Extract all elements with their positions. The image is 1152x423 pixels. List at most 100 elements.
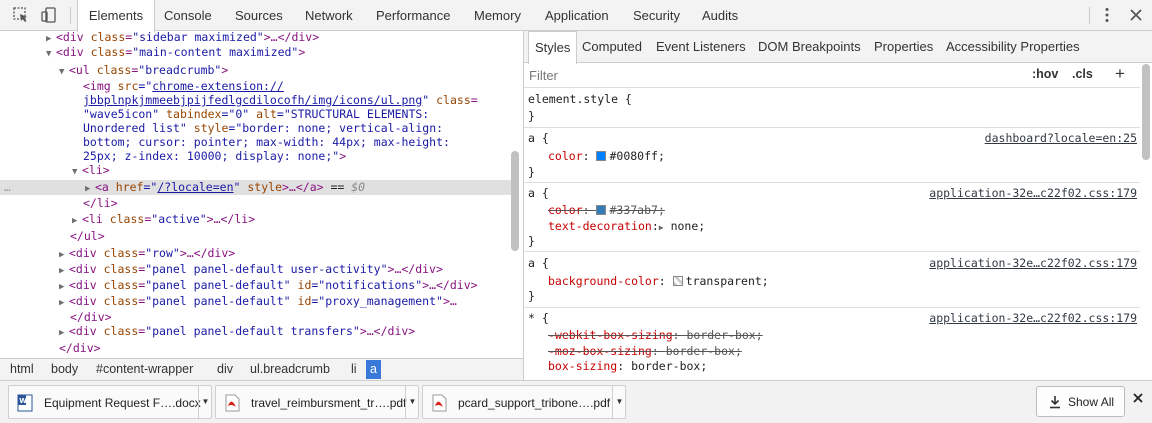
- dom-node[interactable]: ▼ <li>: [0, 163, 512, 178]
- tab-styles[interactable]: Styles: [528, 31, 578, 64]
- filter-input[interactable]: Filter: [529, 68, 558, 83]
- word-document-icon: W: [17, 394, 33, 412]
- rule-close: }: [528, 234, 535, 248]
- tab-sources[interactable]: Sources: [235, 0, 283, 31]
- href-link[interactable]: /?locale=en: [157, 180, 233, 194]
- tab-event-listeners[interactable]: Event Listeners: [656, 31, 746, 63]
- rule-close: }: [528, 165, 535, 179]
- tab-elements[interactable]: Elements: [77, 0, 155, 32]
- rule-declaration-overridden[interactable]: -moz-box-sizing: border-box;: [548, 344, 742, 359]
- rule-selector[interactable]: a {: [528, 256, 549, 271]
- tab-performance[interactable]: Performance: [376, 0, 450, 31]
- tab-memory[interactable]: Memory: [474, 0, 521, 31]
- rule-declaration-overridden[interactable]: color: #337ab7;: [548, 203, 665, 218]
- tab-application[interactable]: Application: [545, 0, 609, 31]
- dom-node[interactable]: ▼ <div class="main-content maximized">: [0, 45, 512, 60]
- rule-source-link[interactable]: dashboard?locale=en:25: [985, 131, 1137, 146]
- expand-arrow-icon[interactable]: ▶: [72, 214, 82, 229]
- rule-declaration[interactable]: box-sizing: border-box;: [548, 359, 707, 374]
- dom-node[interactable]: </li>: [0, 196, 512, 211]
- new-rule-plus-icon[interactable]: +: [1115, 64, 1125, 84]
- dom-node[interactable]: <img src="chrome-extension://: [0, 79, 512, 94]
- dom-node[interactable]: ▶ <li class="active">…</li>: [0, 212, 512, 227]
- tab-accessibility-properties[interactable]: Accessibility Properties: [946, 31, 1080, 63]
- dom-scrollbar[interactable]: [511, 151, 519, 251]
- tab-audits[interactable]: Audits: [702, 0, 738, 31]
- dom-node[interactable]: ▶ <div class="panel panel-default" id="pr…: [0, 294, 512, 309]
- breadcrumb-item[interactable]: html: [10, 362, 34, 377]
- collapse-arrow-icon[interactable]: ▼: [46, 47, 56, 62]
- dom-node[interactable]: </ul>: [0, 229, 512, 244]
- pdf-icon: [432, 394, 447, 412]
- styles-scrollbar[interactable]: [1142, 64, 1150, 160]
- toolbar-divider: [1089, 7, 1090, 24]
- close-icon[interactable]: [1127, 6, 1145, 24]
- expand-arrow-icon[interactable]: ▶: [59, 280, 69, 295]
- chevron-down-icon[interactable]: ▼: [612, 386, 626, 418]
- img-src-link[interactable]: chrome-extension://: [152, 79, 284, 93]
- kebab-menu-icon[interactable]: [1098, 6, 1116, 24]
- expand-arrow-icon[interactable]: ▶: [59, 248, 69, 263]
- breadcrumb-item[interactable]: div: [217, 362, 233, 377]
- dom-node[interactable]: </div>: [0, 310, 512, 325]
- rule-declaration[interactable]: background-color: transparent;: [548, 274, 769, 289]
- collapse-arrow-icon[interactable]: ▼: [72, 165, 82, 180]
- color-swatch-icon[interactable]: [672, 276, 683, 286]
- tab-properties[interactable]: Properties: [874, 31, 933, 63]
- rule-declaration[interactable]: color: #0080ff;: [548, 149, 665, 164]
- tab-network[interactable]: Network: [305, 0, 353, 31]
- dom-node[interactable]: ▶ <div class="row">…</div>: [0, 246, 512, 261]
- tab-console[interactable]: Console: [164, 0, 212, 31]
- tab-security[interactable]: Security: [633, 0, 680, 31]
- dom-node-cont: Unordered list" style="border: none; ver…: [83, 121, 444, 135]
- rule-source-link[interactable]: application-32e…c22f02.css:179: [929, 256, 1137, 271]
- img-src-link[interactable]: jbbplnpkjmmeebjpijfedlgcdilocofh/img/ico…: [83, 93, 422, 107]
- rule-selector[interactable]: * {: [528, 311, 549, 326]
- dom-node-selected[interactable]: … ▶ <a href="/?locale=en" style>…</a> == $…: [0, 180, 512, 195]
- expand-arrow-icon[interactable]: ▶: [85, 182, 95, 197]
- styles-tab-bar: Styles Computed Event Listeners DOM Brea…: [524, 31, 1152, 64]
- dom-node[interactable]: ▶ <div class="panel panel-default transfe…: [0, 324, 512, 339]
- download-item[interactable]: pcard_support_tribone….pdf ▼: [422, 385, 626, 419]
- download-filename: Equipment Request F….docx: [44, 396, 201, 410]
- close-icon[interactable]: [1132, 392, 1144, 404]
- styles-rules-pane[interactable]: element.style { } a { dashboard?locale=e…: [524, 88, 1140, 380]
- rule-selector[interactable]: element.style {: [528, 92, 632, 107]
- breadcrumb-item[interactable]: ul.breadcrumb: [250, 362, 330, 377]
- rule-declaration[interactable]: text-decoration:▶ none;: [548, 219, 705, 234]
- rule-selector[interactable]: a {: [528, 186, 549, 201]
- inspect-element-icon[interactable]: [12, 6, 30, 24]
- dom-tree[interactable]: ▶ <div class="sidebar maximized">…</div> …: [0, 31, 523, 358]
- color-swatch-icon[interactable]: [596, 205, 607, 215]
- dom-node[interactable]: ▶ <div class="panel panel-default user-ac…: [0, 262, 512, 277]
- tab-computed[interactable]: Computed: [582, 31, 642, 63]
- cls-toggle[interactable]: .cls: [1072, 67, 1093, 81]
- tab-dom-breakpoints[interactable]: DOM Breakpoints: [758, 31, 861, 63]
- expand-arrow-icon[interactable]: ▶: [59, 326, 69, 341]
- dom-node[interactable]: </div>: [0, 341, 512, 356]
- expand-arrow-icon[interactable]: ▶: [59, 296, 69, 311]
- rule-source-link[interactable]: application-32e…c22f02.css:179: [929, 311, 1137, 326]
- hov-toggle[interactable]: :hov: [1032, 67, 1058, 81]
- expand-arrow-icon[interactable]: ▶: [659, 223, 664, 232]
- rule-declaration-overridden[interactable]: -webkit-box-sizing: border-box;: [548, 328, 763, 343]
- collapse-arrow-icon[interactable]: ▼: [59, 65, 69, 80]
- download-item[interactable]: travel_reimbursment_tr….pdf ▼: [215, 385, 419, 419]
- expand-arrow-icon[interactable]: ▶: [59, 264, 69, 279]
- download-filename: travel_reimbursment_tr….pdf: [251, 396, 407, 410]
- dom-node[interactable]: ▶ <div class="sidebar maximized">…</div>: [0, 31, 512, 45]
- breadcrumb-item-active[interactable]: a: [366, 360, 381, 379]
- download-item[interactable]: W Equipment Request F….docx ▼: [8, 385, 212, 419]
- breadcrumb-item[interactable]: li: [351, 362, 357, 377]
- chevron-down-icon[interactable]: ▼: [198, 386, 212, 418]
- color-swatch-icon[interactable]: [596, 151, 607, 161]
- rule-selector[interactable]: a {: [528, 131, 549, 146]
- breadcrumb-item[interactable]: #content-wrapper: [96, 362, 193, 377]
- breadcrumb-item[interactable]: body: [51, 362, 78, 377]
- device-toolbar-icon[interactable]: [40, 6, 58, 24]
- rule-source-link[interactable]: application-32e…c22f02.css:179: [929, 186, 1137, 201]
- dom-node[interactable]: ▶ <div class="panel panel-default" id="no…: [0, 278, 512, 293]
- chevron-down-icon[interactable]: ▼: [405, 386, 419, 418]
- dom-node[interactable]: ▼ <ul class="breadcrumb">: [0, 63, 512, 78]
- show-all-button[interactable]: Show All: [1036, 386, 1125, 417]
